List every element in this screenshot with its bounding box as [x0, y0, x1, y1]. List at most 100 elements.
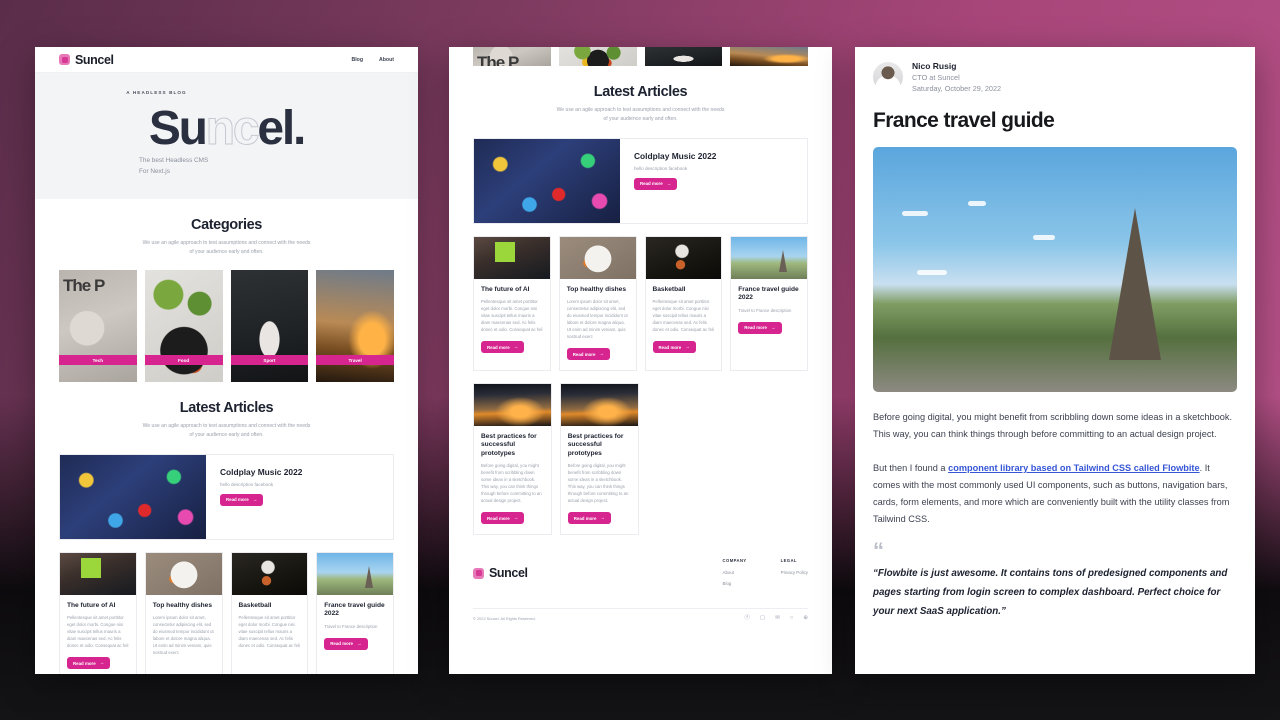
article-hero-image: [873, 147, 1237, 392]
article-paragraph-2: But then I found a component library bas…: [873, 460, 1237, 528]
read-more-label: Read more: [330, 641, 353, 647]
read-more-label: Read more: [226, 497, 249, 503]
facebook-icon[interactable]: ⓕ: [744, 615, 750, 622]
page-title: France travel guide: [873, 109, 1055, 132]
article-card[interactable]: Basketball Pellentesque sit amet porttit…: [644, 235, 723, 371]
read-more-label: Read more: [744, 325, 767, 331]
read-more-button[interactable]: Read more →: [634, 177, 678, 190]
article-title: The future of AI: [67, 601, 116, 609]
site-header: Suncel Blog About: [35, 47, 418, 73]
hero-wordmark: Suncel.: [35, 104, 418, 153]
nav-item-about[interactable]: About: [379, 57, 394, 63]
footer-bottom: © 2022 Suncel. All Rights Reserved. ⓕ ▢ …: [473, 615, 808, 622]
latest-articles-title: Latest Articles: [593, 84, 688, 100]
flowbite-link[interactable]: component library based on Tailwind CSS …: [948, 463, 1200, 473]
footer-brand-logo[interactable]: Suncel: [473, 555, 723, 592]
article-description: Pellentesque sit amet porttitor eget dol…: [67, 615, 129, 649]
brand-logo[interactable]: Suncel: [59, 53, 114, 67]
browser-window-home[interactable]: Suncel Blog About A HEADLESS BLOG Suncel…: [35, 47, 418, 674]
footer-link-blog[interactable]: Blog: [723, 581, 747, 586]
category-card-tech[interactable]: [473, 47, 551, 66]
hero-subtitle-line-1: The best Headless CMS: [139, 157, 209, 165]
article-card[interactable]: Best practices for successful prototypes…: [473, 382, 552, 535]
categories-subtitle: We use an agile approach to test assumpt…: [59, 239, 394, 257]
category-card-travel[interactable]: [730, 47, 808, 66]
footer-link-columns: COMPANY About Blog LEGAL Privacy Policy: [723, 555, 808, 592]
read-more-button[interactable]: Read more →: [481, 512, 525, 524]
read-more-button[interactable]: Read more →: [67, 657, 111, 670]
article-card[interactable]: France travel guide 2022 Travel to Franc…: [316, 551, 394, 674]
category-card-sport[interactable]: Sport: [230, 270, 309, 383]
category-card-sport[interactable]: [644, 47, 723, 66]
arrow-right-icon: →: [666, 180, 672, 186]
article-thumbnail: [645, 236, 722, 279]
hero-subtitle: The best Headless CMS For Next.js: [139, 156, 418, 177]
copyright-text: © 2022 Suncel. All Rights Reserved.: [473, 615, 536, 621]
github-icon[interactable]: ○: [790, 615, 793, 622]
hero-subtitle-line-2: For Next.js: [139, 167, 170, 175]
read-more-button[interactable]: Read more →: [324, 637, 368, 650]
read-more-button[interactable]: Read more →: [220, 493, 264, 506]
article-card[interactable]: The future of AI Pellentesque sit amet p…: [59, 551, 137, 674]
read-more-button[interactable]: Read more →: [566, 348, 611, 361]
article-card[interactable]: Top healthy dishes Lorem ipsum dolor sit…: [144, 551, 223, 674]
article-card[interactable]: Best practices for successful prototypes…: [559, 382, 639, 535]
category-card-tech[interactable]: Tech: [59, 270, 137, 383]
arrow-right-icon: →: [99, 659, 105, 665]
read-more-label: Read more: [572, 351, 596, 357]
instagram-icon[interactable]: ▢: [760, 615, 765, 622]
article-thumbnail: [474, 236, 550, 279]
article-body: Best practices for successful prototypes…: [561, 426, 638, 534]
article-thumbnail: [559, 236, 636, 279]
category-card-travel[interactable]: Travel: [316, 270, 394, 383]
site-nav: Blog About: [351, 57, 394, 63]
latest-articles-subtitle: We use an agile approach to test assumpt…: [59, 422, 394, 440]
article-body: Best practices for successful prototypes…: [474, 426, 551, 534]
article-card[interactable]: Top healthy dishes Lorem ipsum dolor sit…: [558, 235, 637, 371]
category-card-food[interactable]: Food: [144, 270, 223, 383]
read-more-button[interactable]: Read more →: [738, 321, 782, 334]
latest-articles-title: Latest Articles: [179, 400, 274, 417]
arrow-right-icon: →: [599, 350, 605, 356]
read-more-button[interactable]: Read more →: [481, 341, 525, 354]
latest-subtitle-line-1: We use an agile approach to test assumpt…: [556, 107, 725, 113]
article-title: The future of AI: [481, 285, 530, 293]
featured-article-card[interactable]: Coldplay Music 2022 hello description fa…: [473, 137, 808, 224]
footer-link-privacy-policy[interactable]: Privacy Policy: [781, 570, 808, 575]
eiffel-tower-shape: [1108, 208, 1161, 361]
article-body: Top healthy dishes Lorem ipsum dolor sit…: [560, 279, 636, 370]
read-more-button[interactable]: Read more →: [567, 512, 612, 524]
article-body: The future of AI Pellentesque sit amet p…: [60, 595, 136, 674]
brand-name: Suncel: [75, 52, 114, 67]
footer-link-about[interactable]: About: [723, 570, 747, 575]
dribbble-icon[interactable]: ⊕: [803, 615, 808, 622]
article-title: Best practices for successful prototypes: [567, 432, 624, 457]
categories-subtitle-line-2: of your audience early and often.: [189, 249, 264, 256]
nav-item-blog[interactable]: Blog: [351, 57, 363, 63]
twitter-icon[interactable]: ✉: [775, 615, 780, 622]
article-card[interactable]: Basketball Pellentesque sit amet porttit…: [230, 551, 309, 674]
featured-article-card[interactable]: Coldplay Music 2022 hello description fa…: [59, 453, 394, 540]
blockquote-text: “Flowbite is just awesome. It contains t…: [873, 568, 1228, 617]
article-card[interactable]: The future of AI Pellentesque sit amet p…: [473, 235, 551, 371]
article-card[interactable]: France travel guide 2022 Travel to Franc…: [730, 235, 808, 371]
featured-article-description: hello description facebook: [634, 165, 688, 171]
arrow-right-icon: →: [513, 514, 519, 520]
article-thumbnail: [317, 552, 393, 595]
suncel-logo-icon: [59, 54, 70, 65]
article-thumbnail: [474, 383, 551, 426]
browser-window-blog[interactable]: Latest Articles We use an agile approach…: [449, 47, 832, 674]
cloud-shape: [1033, 235, 1056, 241]
hero-eyebrow: A HEADLESS BLOG: [126, 90, 187, 95]
category-card-food[interactable]: [558, 47, 637, 66]
browser-window-article[interactable]: Nico Rusig CTO at Suncel Saturday, Octob…: [855, 47, 1255, 674]
latest-subtitle-line-2: of your audience early and often.: [189, 432, 264, 438]
featured-article-body: Coldplay Music 2022 hello description fa…: [620, 139, 730, 223]
cloud-shape: [916, 269, 947, 275]
site-footer: Suncel COMPANY About Blog LEGAL Privacy …: [449, 555, 832, 632]
cloud-shape: [902, 210, 929, 216]
article-description: Lorem ipsum dolor sit amet, consectetur …: [152, 615, 214, 656]
article-body: Basketball Pellentesque sit amet porttit…: [646, 279, 722, 363]
read-more-button[interactable]: Read more →: [652, 341, 696, 354]
article-title: Top healthy dishes: [152, 601, 212, 609]
